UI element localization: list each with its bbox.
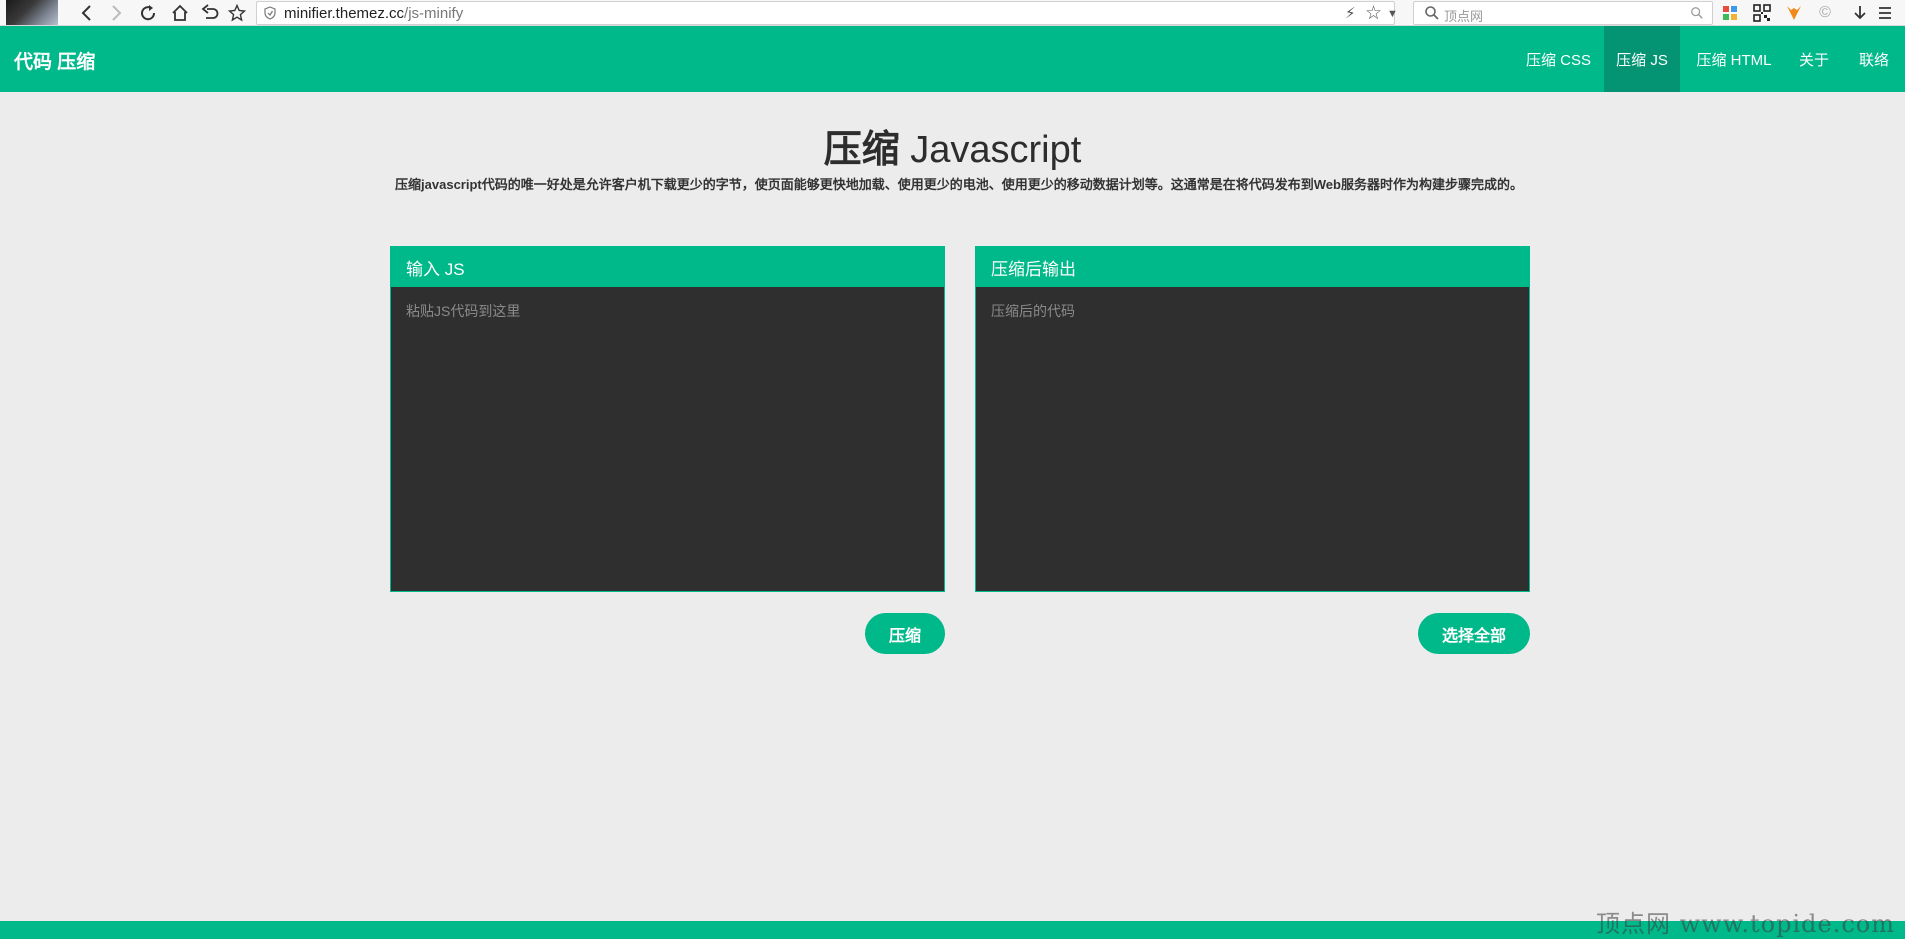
- apps-grid-icon[interactable]: [1720, 3, 1740, 23]
- url-path: /js-minify: [404, 5, 464, 22]
- undo-icon[interactable]: [199, 2, 221, 24]
- page-title: 压缩 Javascript: [0, 118, 1905, 173]
- nav-item-html[interactable]: 压缩 HTML: [1680, 26, 1788, 92]
- nav-item-js[interactable]: 压缩 JS: [1604, 26, 1680, 92]
- site-watermark: 顶点网 www.topide.com: [1595, 910, 1895, 938]
- minified-output-textarea[interactable]: [976, 287, 1529, 591]
- nav-item-contact[interactable]: 联络: [1848, 26, 1900, 92]
- nav-item-about[interactable]: 关于: [1788, 26, 1840, 92]
- site-navbar: 代码 压缩 压缩 CSS 压缩 JS 压缩 HTML 关于 联络: [0, 26, 1905, 92]
- favorite-star-icon[interactable]: ☆: [1365, 2, 1382, 25]
- search-submit-icon[interactable]: [1690, 6, 1704, 20]
- qr-code-icon[interactable]: [1752, 3, 1772, 23]
- search-icon: [1425, 6, 1439, 20]
- back-icon[interactable]: [76, 2, 98, 24]
- js-input-textarea[interactable]: [391, 287, 944, 591]
- site-brand[interactable]: 代码 压缩: [14, 47, 95, 74]
- select-all-button[interactable]: 选择全部: [1418, 613, 1530, 654]
- page-title-bold: 压缩: [823, 129, 900, 171]
- profile-avatar[interactable]: [6, 0, 58, 25]
- minify-button[interactable]: 压缩: [865, 613, 945, 654]
- bookmark-star-icon[interactable]: [226, 2, 248, 24]
- fox-extension-icon[interactable]: [1784, 3, 1804, 23]
- download-icon[interactable]: [1850, 3, 1870, 23]
- browser-search-box[interactable]: 顶点网: [1413, 1, 1713, 25]
- input-panel: 输入 JS: [390, 246, 945, 592]
- extension-c-icon[interactable]: ©: [1815, 3, 1835, 23]
- page-description: 压缩javascript代码的唯一好处是允许客户机下载更少的字节，使页面能够更快…: [395, 177, 1523, 192]
- address-bar[interactable]: minifier.themez.cc/js-minify ⚡ ☆ ▼: [256, 1, 1398, 25]
- home-icon[interactable]: [169, 2, 191, 24]
- forward-icon[interactable]: [105, 2, 127, 24]
- reload-icon[interactable]: [137, 2, 159, 24]
- output-panel: 压缩后输出: [975, 246, 1530, 592]
- input-panel-title: 输入 JS: [391, 247, 944, 287]
- page-title-rest: Javascript: [899, 129, 1082, 171]
- browser-toolbar: minifier.themez.cc/js-minify ⚡ ☆ ▼ 顶点网 ©: [0, 0, 1905, 26]
- chevron-down-icon[interactable]: ▼: [1387, 8, 1398, 20]
- url-text: minifier.themez.cc/js-minify: [284, 5, 463, 22]
- menu-icon[interactable]: [1875, 3, 1895, 23]
- security-shield-icon: [264, 6, 276, 20]
- search-placeholder: 顶点网: [1444, 9, 1484, 24]
- output-panel-title: 压缩后输出: [976, 247, 1529, 287]
- url-host: minifier.themez.cc: [284, 5, 405, 22]
- lightning-icon[interactable]: ⚡: [1345, 4, 1356, 22]
- nav-item-css[interactable]: 压缩 CSS: [1513, 26, 1604, 92]
